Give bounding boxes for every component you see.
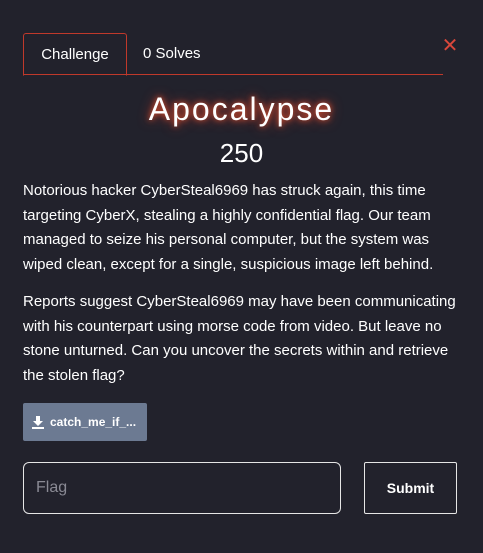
download-file-button[interactable]: catch_me_if_...	[23, 403, 147, 441]
challenge-modal: Challenge 0 Solves ✕ Apocalypse 250 Noto…	[0, 0, 483, 553]
tab-solves[interactable]: 0 Solves	[143, 33, 201, 75]
challenge-title: Apocalypse	[148, 91, 335, 127]
close-icon[interactable]: ✕	[440, 36, 460, 56]
tab-challenge[interactable]: Challenge	[23, 33, 127, 76]
challenge-points: 250	[219, 138, 264, 168]
download-icon	[32, 416, 44, 429]
challenge-description-paragraph-1: Notorious hacker CyberSteal6969 has stru…	[23, 182, 434, 273]
file-name: catch_me_if_...	[50, 415, 137, 429]
tab-bar: Challenge 0 Solves	[23, 33, 443, 76]
challenge-description-paragraph-2: Reports suggest CyberSteal6969 may have …	[23, 293, 456, 384]
flag-input[interactable]	[23, 462, 341, 514]
submit-button[interactable]: Submit	[364, 462, 457, 514]
